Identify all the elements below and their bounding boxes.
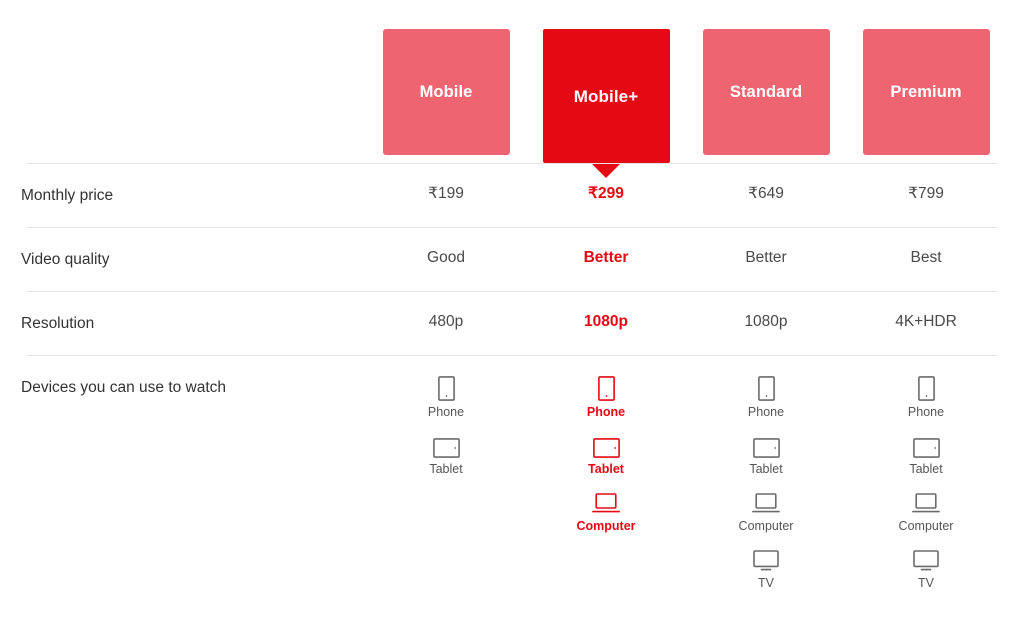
device-label: Phone bbox=[747, 405, 785, 419]
phone-icon bbox=[597, 375, 615, 401]
cell-resolution-mobile: 480p bbox=[366, 313, 526, 332]
device-item: Phone bbox=[846, 375, 1006, 420]
plan-card-mobile[interactable]: Mobile bbox=[382, 29, 510, 155]
table-row-devices: Devices you can use to watch Phone Tablet… bbox=[0, 356, 1024, 601]
table-row-monthly-price: Monthly price ₹199 ₹299 ₹649 ₹799 bbox=[0, 164, 1024, 227]
cell-video-quality-premium: Best bbox=[846, 249, 1006, 268]
device-label: Tablet bbox=[588, 462, 624, 476]
computer-icon bbox=[912, 489, 940, 515]
device-item: TV bbox=[846, 546, 1006, 591]
cell-value: ₹199 bbox=[428, 185, 464, 202]
plan-card-title: Mobile bbox=[419, 82, 473, 101]
cell-devices-standard: Phone Tablet Computer TV bbox=[686, 375, 846, 591]
cell-value: 4K+HDR bbox=[895, 313, 957, 330]
cell-value: 1080p bbox=[584, 313, 628, 330]
device-item: Tablet bbox=[526, 432, 686, 477]
device-item: Tablet bbox=[366, 432, 526, 477]
cell-resolution-mobile-plus: 1080p bbox=[526, 313, 686, 332]
device-item: Computer bbox=[846, 489, 1006, 534]
device-list: Phone Tablet bbox=[366, 375, 526, 477]
device-list: Phone Tablet Computer TV bbox=[686, 375, 846, 591]
plan-card-title: Premium bbox=[890, 82, 962, 101]
device-label: TV bbox=[918, 576, 934, 590]
cell-monthly-price-premium: ₹799 bbox=[846, 185, 1006, 204]
device-item: Computer bbox=[526, 489, 686, 534]
device-label: Tablet bbox=[909, 462, 943, 476]
tablet-icon bbox=[752, 432, 780, 458]
cell-value: Better bbox=[745, 249, 787, 266]
plan-card-mobile-plus[interactable]: Mobile+ bbox=[542, 29, 670, 178]
plan-card-title: Standard bbox=[729, 82, 803, 101]
device-list: Phone Tablet Computer TV bbox=[846, 375, 1006, 591]
computer-icon bbox=[752, 489, 780, 515]
device-label: Computer bbox=[898, 519, 954, 533]
plan-header-row: Mobile Mobile+ Standard Premium bbox=[0, 0, 1024, 178]
device-item: TV bbox=[686, 546, 846, 591]
cell-devices-mobile-plus: Phone Tablet Computer bbox=[526, 375, 686, 534]
tablet-icon bbox=[912, 432, 940, 458]
cell-value: 480p bbox=[428, 313, 464, 330]
cell-monthly-price-mobile: ₹199 bbox=[366, 185, 526, 204]
device-label: Computer bbox=[576, 519, 636, 533]
cell-value: ₹649 bbox=[748, 185, 784, 202]
tv-icon bbox=[913, 546, 939, 572]
cell-monthly-price-standard: ₹649 bbox=[686, 185, 846, 204]
plan-card-premium[interactable]: Premium bbox=[862, 29, 990, 155]
device-label: Tablet bbox=[749, 462, 783, 476]
cell-monthly-price-mobile-plus: ₹299 bbox=[526, 185, 686, 204]
plan-card-title: Mobile+ bbox=[573, 86, 639, 106]
cell-devices-premium: Phone Tablet Computer TV bbox=[846, 375, 1006, 591]
table-row-video-quality: Video quality Good Better Better Best bbox=[0, 228, 1024, 291]
computer-icon bbox=[592, 489, 620, 515]
device-item: Phone bbox=[686, 375, 846, 420]
tablet-icon bbox=[432, 432, 460, 458]
device-label: Phone bbox=[907, 405, 945, 419]
device-label: Phone bbox=[427, 405, 465, 419]
phone-icon bbox=[437, 375, 455, 401]
device-label: Computer bbox=[738, 519, 794, 533]
plan-card-standard[interactable]: Standard bbox=[702, 29, 830, 155]
device-label: Tablet bbox=[429, 462, 463, 476]
device-item: Phone bbox=[366, 375, 526, 420]
device-item: Tablet bbox=[846, 432, 1006, 477]
cell-value: ₹299 bbox=[588, 185, 624, 202]
cell-value: 1080p bbox=[744, 313, 788, 330]
table-row-resolution: Resolution 480p 1080p 1080p 4K+HDR bbox=[0, 292, 1024, 355]
device-label: Phone bbox=[586, 405, 626, 419]
cell-video-quality-mobile: Good bbox=[366, 249, 526, 268]
device-list: Phone Tablet Computer bbox=[526, 375, 686, 534]
row-label: Video quality bbox=[21, 251, 110, 268]
cell-value: Good bbox=[427, 249, 465, 266]
cell-devices-mobile: Phone Tablet bbox=[366, 375, 526, 477]
cell-resolution-premium: 4K+HDR bbox=[846, 313, 1006, 332]
cell-value: Best bbox=[910, 249, 942, 266]
plan-column-premium: Premium bbox=[846, 29, 1006, 163]
cell-video-quality-mobile-plus: Better bbox=[526, 249, 686, 268]
device-item: Tablet bbox=[686, 432, 846, 477]
plan-column-mobile: Mobile bbox=[366, 29, 526, 163]
cell-resolution-standard: 1080p bbox=[686, 313, 846, 332]
device-item: Phone bbox=[526, 375, 686, 420]
row-label: Resolution bbox=[21, 315, 95, 332]
cell-value: ₹799 bbox=[908, 185, 944, 202]
device-item: Computer bbox=[686, 489, 846, 534]
plan-comparison-table: Mobile Mobile+ Standard Premium Monthly … bbox=[0, 0, 1024, 618]
phone-icon bbox=[917, 375, 935, 401]
cell-video-quality-standard: Better bbox=[686, 249, 846, 268]
row-label: Devices you can use to watch bbox=[21, 379, 227, 396]
phone-icon bbox=[757, 375, 775, 401]
device-label: TV bbox=[758, 576, 774, 590]
tv-icon bbox=[753, 546, 779, 572]
tablet-icon bbox=[592, 432, 620, 458]
plan-column-standard: Standard bbox=[686, 29, 846, 163]
row-label: Monthly price bbox=[21, 187, 114, 204]
cell-value: Better bbox=[583, 249, 629, 266]
plan-column-mobile-plus: Mobile+ bbox=[526, 29, 686, 178]
